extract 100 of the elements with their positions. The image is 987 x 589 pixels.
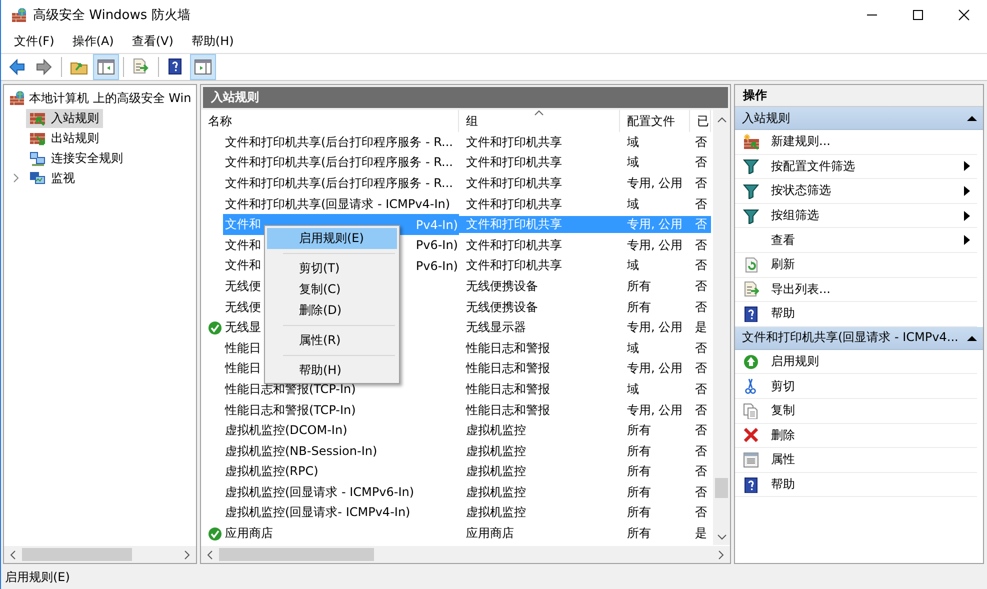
table-cell: 虚拟机监控(回显请求- ICMPv4-In)	[225, 504, 410, 522]
table-cell: 文件和打印机共享(后台打印程序服务 - R...	[225, 154, 453, 172]
tree-item[interactable]: 监视	[26, 168, 79, 188]
action-item[interactable]: 刷新	[735, 252, 977, 278]
table-cell: Pv4-In)	[416, 218, 458, 232]
section-header[interactable]: 入站规则	[735, 107, 983, 130]
menu-item[interactable]: 文件(F)	[6, 32, 62, 50]
table-cell-text: 域	[626, 380, 640, 398]
menu-item[interactable]: 帮助(H)	[267, 360, 397, 381]
pane-header: 操作	[735, 85, 983, 107]
table-cell-text: 否	[694, 154, 708, 172]
table-cell: 性能日志和警报(TCP-In)	[225, 402, 356, 419]
status-text: 启用规则(E)	[5, 569, 70, 586]
table-cell: 否	[690, 216, 711, 234]
action-item[interactable]: 复制	[735, 398, 977, 424]
tree-item[interactable]: 本地计算机 上的高级安全 Win	[29, 90, 192, 106]
export-icon	[743, 281, 759, 298]
action-item[interactable]: 启用规则	[735, 350, 977, 374]
brick-wall-icon	[9, 90, 25, 106]
column-header[interactable]: 名称	[201, 110, 459, 132]
table-cell-text: 性能日志和警报	[464, 380, 551, 398]
table-cell-text: 否	[694, 340, 708, 357]
menu-item[interactable]: 帮助(H)	[183, 32, 242, 50]
table-cell-text: 文件和打印机共享	[465, 134, 563, 151]
menu-item[interactable]: 复制(C)	[267, 279, 397, 300]
table-cell: 无线便	[225, 298, 261, 316]
column-header[interactable]: 已	[690, 110, 711, 132]
column-header[interactable]: 配置文件	[620, 110, 690, 132]
action-item[interactable]: 查看	[735, 228, 977, 253]
tree-item[interactable]: 出站规则	[26, 128, 103, 148]
action-item[interactable]: 导出列表...	[735, 278, 977, 302]
action-item[interactable]: 属性	[735, 448, 977, 473]
menu-item[interactable]: 删除(D)	[267, 300, 397, 321]
table-cell-text: 是	[694, 525, 708, 542]
table-cell-text: 文件和打印机共享	[465, 174, 563, 192]
table-cell-text: 专用, 公用	[626, 360, 684, 378]
table-cell: 性能日	[225, 360, 261, 378]
table-cell-text: 域	[626, 340, 640, 357]
tree-item[interactable]: 连接安全规则	[26, 148, 127, 168]
action-item[interactable]: 剪切	[735, 374, 977, 399]
table-cell-text: 无线便携设备	[465, 278, 539, 295]
section-header[interactable]: 文件和打印机共享(回显请求 - ICMPv4...	[735, 326, 983, 350]
scroll-thumb[interactable]	[22, 548, 132, 561]
tree-item[interactable]: 入站规则	[26, 108, 103, 128]
table-cell: 文件和打印机共享	[459, 216, 620, 234]
table-cell-text: 虚拟机监控	[465, 504, 527, 522]
action-item[interactable]: 按组筛选	[735, 204, 977, 228]
table-cell-text: 性能日志和警报	[464, 340, 551, 357]
table-cell-text: 专用, 公用	[626, 174, 684, 192]
chevron-icon[interactable]	[12, 173, 20, 183]
table-cell-text: 文件和打印机共享	[465, 154, 563, 172]
table-cell-text: 性能日志和警报	[464, 360, 551, 378]
table-cell-text: 否	[694, 134, 708, 151]
table-cell-text: 所有	[626, 278, 652, 295]
scrollbar[interactable]	[4, 546, 196, 563]
table-cell-text: 否	[694, 504, 708, 522]
monitor-icon	[29, 170, 45, 186]
table-cell-text: 否	[694, 463, 708, 480]
action-item[interactable]: 按状态筛选	[735, 179, 977, 204]
refresh-icon	[743, 256, 759, 273]
table-cell-text: 文件和打印机共享	[465, 196, 563, 213]
table-cell-text: 否	[694, 442, 708, 460]
collapse-icon[interactable]	[967, 334, 977, 341]
menu-item[interactable]: 操作(A)	[64, 32, 122, 50]
table-cell-text: 否	[694, 278, 708, 295]
menu-item[interactable]: 剪切(T)	[267, 258, 397, 279]
help-icon	[743, 306, 759, 322]
panel-icon[interactable]	[93, 54, 119, 80]
scrollbar[interactable]	[201, 545, 730, 563]
table-cell: 性能日	[225, 340, 261, 357]
table-cell-text: 虚拟机监控	[465, 442, 527, 460]
panel-icon[interactable]	[190, 54, 216, 80]
action-item[interactable]: 帮助	[735, 472, 977, 498]
table-cell: 专用, 公用	[620, 216, 690, 234]
brick-wall-icon	[29, 130, 45, 146]
menu-item[interactable]: 启用规则(E)	[267, 228, 397, 249]
table-cell: Pv6-In)	[416, 258, 458, 273]
column-header[interactable]: 组	[459, 110, 620, 132]
table-cell-text: 所有	[626, 504, 652, 522]
table-cell-text: 否	[694, 298, 708, 316]
table-cell: Pv6-In)	[416, 238, 458, 252]
table-cell-text: 所有	[626, 442, 652, 460]
brick-wall-icon	[11, 6, 27, 22]
table-cell-text: 否	[694, 402, 708, 419]
help-icon	[743, 476, 759, 493]
action-item[interactable]: 删除	[735, 424, 977, 448]
properties-icon	[743, 452, 759, 468]
table-cell-text: 专用, 公用	[626, 236, 684, 254]
collapse-icon[interactable]	[967, 115, 977, 121]
scrollbar[interactable]	[713, 110, 730, 545]
table-cell: 文件和	[225, 257, 261, 274]
table-cell-text: 应用商店	[465, 525, 515, 542]
table-cell: 文件和	[225, 236, 261, 254]
scroll-thumb[interactable]	[219, 548, 374, 561]
scroll-thumb[interactable]	[715, 478, 728, 498]
table-cell-text: 虚拟机监控	[465, 422, 527, 440]
menu-item[interactable]: 属性(R)	[267, 330, 397, 351]
menu-item[interactable]: 查看(V)	[124, 32, 182, 50]
action-item[interactable]: 按配置文件筛选	[735, 154, 977, 180]
action-item[interactable]: 新建规则...	[735, 130, 977, 155]
